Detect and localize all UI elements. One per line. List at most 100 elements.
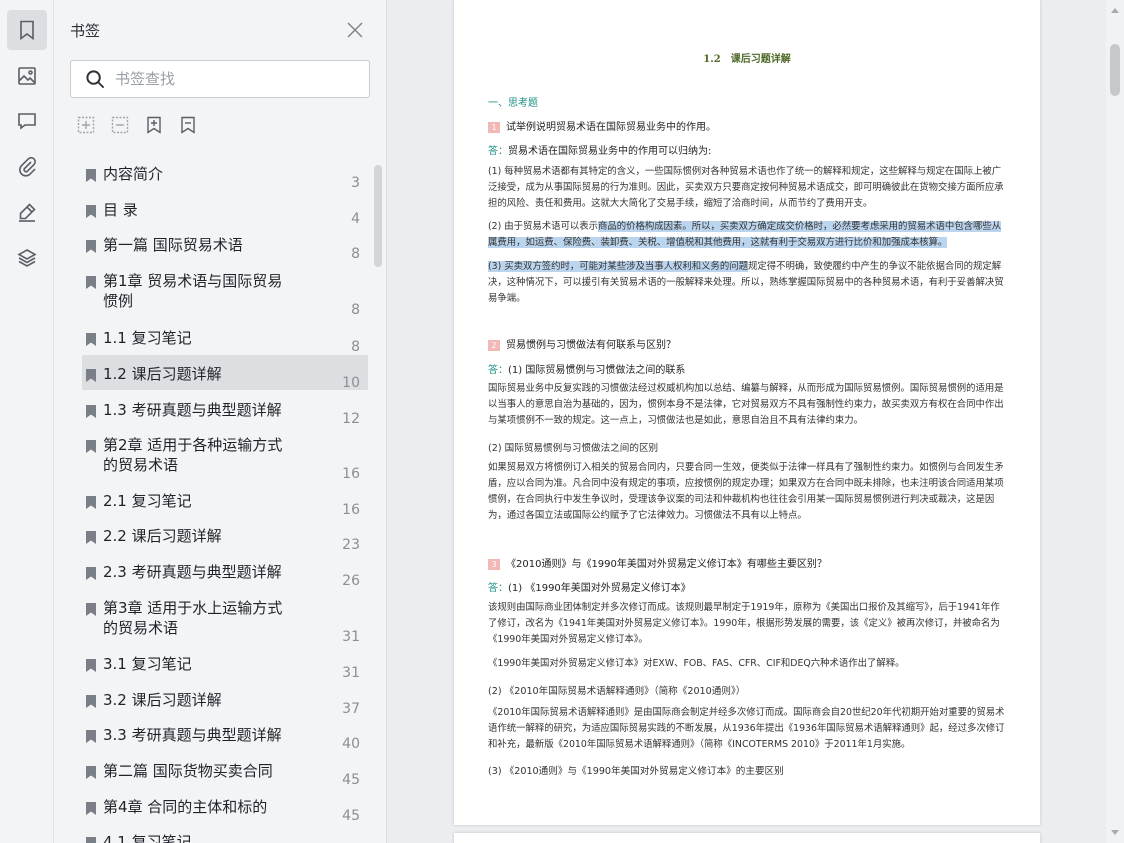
bookmark-icon: [20, 20, 34, 41]
expand-icon: [77, 116, 95, 134]
next-document-page: [454, 833, 1040, 843]
question-number-badge: 3: [488, 558, 500, 570]
bookmark-item[interactable]: 第二篇 国际货物买卖合同 45: [82, 752, 368, 788]
answer-label: 答：: [488, 146, 508, 157]
panel-title: 书签: [70, 22, 101, 40]
question-text: 《2010通则》与《1990年美国对外贸易定义修订本》有哪些主要区别？: [506, 559, 827, 570]
bookmark-item[interactable]: 3.2 课后习题详解 37: [82, 681, 368, 717]
bookmark-item[interactable]: 1.1 复习笔记 8: [82, 319, 368, 355]
bookmark-search-input[interactable]: [115, 67, 355, 91]
paragraph: 国际贸易业务中反复实践的习惯做法经过权威机构加以总结、编纂与解释，从而形成为国际…: [488, 383, 1004, 426]
remove-bookmark-button[interactable]: [178, 115, 200, 137]
bookmark-page: 10: [342, 375, 360, 391]
collapse-all-button[interactable]: [110, 115, 132, 137]
pdf-reader-window: 书签 内容简介 3: [0, 0, 1124, 843]
image-icon: [18, 67, 36, 85]
bookmark-item[interactable]: 3.1 复习笔记 31: [82, 645, 368, 681]
bookmark-label: 3.2 课后习题详解: [103, 691, 222, 709]
bookmark-item[interactable]: 第1章 贸易术语与国际贸易惯例 8: [82, 262, 368, 318]
paragraph: 如果贸易双方将惯例订入相关的贸易合同内，只要合同一生效，便类似于法律一样具有了强…: [488, 462, 1004, 521]
bookmark-label: 内容简介: [103, 165, 164, 183]
subheading: (3) 《2010通则》与《1990年美国对外贸易定义修订本》的主要区别: [488, 766, 784, 777]
bookmark-scrollbar-thumb[interactable]: [374, 165, 382, 267]
paragraph: 《2010年国际贸易术语解释通则》是由国际商会制定并经多次修订而成。国际商会自2…: [488, 707, 1005, 750]
bookmark-item[interactable]: 1.3 考研真题与典型题详解 12: [82, 391, 368, 427]
page-heading: 1.2 课后习题详解: [703, 54, 791, 65]
bookmark-icon: [86, 601, 96, 616]
bookmark-icon: [86, 800, 96, 815]
subheading: (2) 国际贸易惯例与习惯做法之间的区别: [488, 443, 659, 454]
bookmark-item[interactable]: 内容简介 3: [82, 155, 368, 191]
question-1: 1 试举例说明贸易术语在国际贸易业务中的作用。: [488, 118, 1008, 133]
bookmark-item[interactable]: 第一篇 国际贸易术语 8: [82, 226, 368, 262]
answer-2-intro: 答：(1) 国际贸易惯例与习惯做法之间的联系: [488, 361, 1008, 376]
bookmark-label: 第二篇 国际货物买卖合同: [103, 762, 273, 780]
bookmark-icon: [86, 203, 96, 218]
answer-label: 答：: [488, 365, 508, 376]
bookmark-item[interactable]: 第3章 适用于水上运输方式的贸易术语 31: [82, 589, 368, 645]
bookmark-page: 8: [351, 339, 360, 355]
bookmark-label: 第2章 适用于各种运输方式的贸易术语: [103, 436, 283, 474]
bookmark-icon: [86, 657, 96, 672]
bookmark-icon: [86, 494, 96, 509]
bookmark-icon: [86, 367, 96, 382]
bookmark-add-icon: [147, 116, 161, 134]
document-scrollbar[interactable]: [1106, 0, 1124, 843]
bookmark-item[interactable]: 2.1 复习笔记 16: [82, 482, 368, 518]
answer-label: 答：: [488, 583, 508, 594]
comment-icon: [18, 113, 36, 130]
bookmark-label: 第3章 适用于水上运输方式的贸易术语: [103, 599, 283, 637]
bookmark-item[interactable]: 2.3 考研真题与典型题详解 26: [82, 553, 368, 589]
bookmark-icon: [86, 565, 96, 580]
answer-1-intro: 答：贸易术语在国际贸易业务中的作用可以归纳为:: [488, 142, 1008, 157]
bookmark-page: 31: [342, 629, 360, 645]
scroll-up-arrow[interactable]: [1111, 8, 1119, 13]
layers-tab-button[interactable]: [7, 238, 47, 278]
paragraph-highlighted: (2) 由于贸易术语可以表示商品的价格构成因素。所以，买卖双方确定成交价格时，必…: [488, 219, 1008, 251]
paragraph: 该规则由国际商业团体制定并多次修订而成。该规则最早制定于1919年，原称为《美国…: [488, 602, 1000, 645]
bookmark-label: 第4章 合同的主体和标的: [103, 798, 268, 816]
bookmark-icon: [86, 529, 96, 544]
bookmark-page: 8: [351, 302, 360, 318]
bookmark-item[interactable]: 第4章 合同的主体和标的 45: [82, 788, 368, 824]
signature-tab-button[interactable]: [7, 192, 47, 232]
bookmark-item[interactable]: 目 录 4: [82, 191, 368, 227]
bookmark-icon: [86, 764, 96, 779]
add-bookmark-button[interactable]: [144, 115, 166, 137]
collapse-icon: [111, 116, 129, 134]
scroll-down-arrow[interactable]: [1111, 830, 1119, 835]
thumbnail-tab-button[interactable]: [7, 56, 47, 96]
question-3: 3 《2010通则》与《1990年美国对外贸易定义修订本》有哪些主要区别？: [488, 555, 1008, 570]
comment-tab-button[interactable]: [7, 101, 47, 141]
bookmark-item[interactable]: 2.2 课后习题详解 23: [82, 517, 368, 553]
bookmark-page: 40: [342, 736, 360, 752]
bookmark-label: 2.1 复习笔记: [103, 492, 192, 510]
answer-3-intro: 答：(1) 《1990年美国对外贸易定义修订本》: [488, 579, 1008, 594]
question-text: 贸易惯例与习惯做法有何联系与区别？: [506, 340, 676, 351]
attachment-tab-button[interactable]: [7, 146, 47, 186]
bookmark-item[interactable]: 3.3 考研真题与典型题详解 40: [82, 716, 368, 752]
question-text: 试举例说明贸易术语在国际贸易业务中的作用。: [506, 122, 716, 133]
scrollbar-thumb[interactable]: [1110, 44, 1120, 96]
search-icon: [86, 70, 105, 89]
close-panel-button[interactable]: [344, 19, 366, 41]
answer-text: (1) 国际贸易惯例与习惯做法之间的联系: [508, 365, 686, 376]
bookmark-page: 3: [351, 175, 360, 191]
bookmark-search-box: [70, 60, 370, 98]
paragraph: 《1990年美国对外贸易定义修订本》对EXW、FOB、FAS、CFR、CIF和D…: [488, 658, 905, 669]
bookmark-icon: [86, 728, 96, 743]
bookmark-icon: [86, 274, 96, 289]
document-viewport[interactable]: 1.2 课后习题详解 一、思考题 1 试举例说明贸易术语在国际贸易业务中的作用。 …: [388, 0, 1106, 843]
bookmark-page: 45: [342, 772, 360, 788]
bookmark-item-selected[interactable]: 1.2 课后习题详解 10: [82, 355, 368, 391]
bookmark-item[interactable]: 第2章 适用于各种运输方式的贸易术语 16: [82, 426, 368, 482]
question-number-badge: 2: [488, 339, 500, 351]
expand-all-button[interactable]: [76, 115, 98, 137]
paragraph-highlighted: (3) 买卖双方签约时，可能对某些涉及当事人权利和义务的问题规定得不明确，致使履…: [488, 259, 1008, 307]
bookmark-page: 26: [342, 573, 360, 589]
document-page: 1.2 课后习题详解 一、思考题 1 试举例说明贸易术语在国际贸易业务中的作用。 …: [454, 0, 1040, 825]
bookmark-label: 3.3 考研真题与典型题详解: [103, 726, 282, 744]
close-icon: [347, 22, 363, 38]
bookmark-tab-button[interactable]: [7, 10, 47, 50]
bookmark-item[interactable]: 4.1 复习笔记: [82, 823, 368, 843]
